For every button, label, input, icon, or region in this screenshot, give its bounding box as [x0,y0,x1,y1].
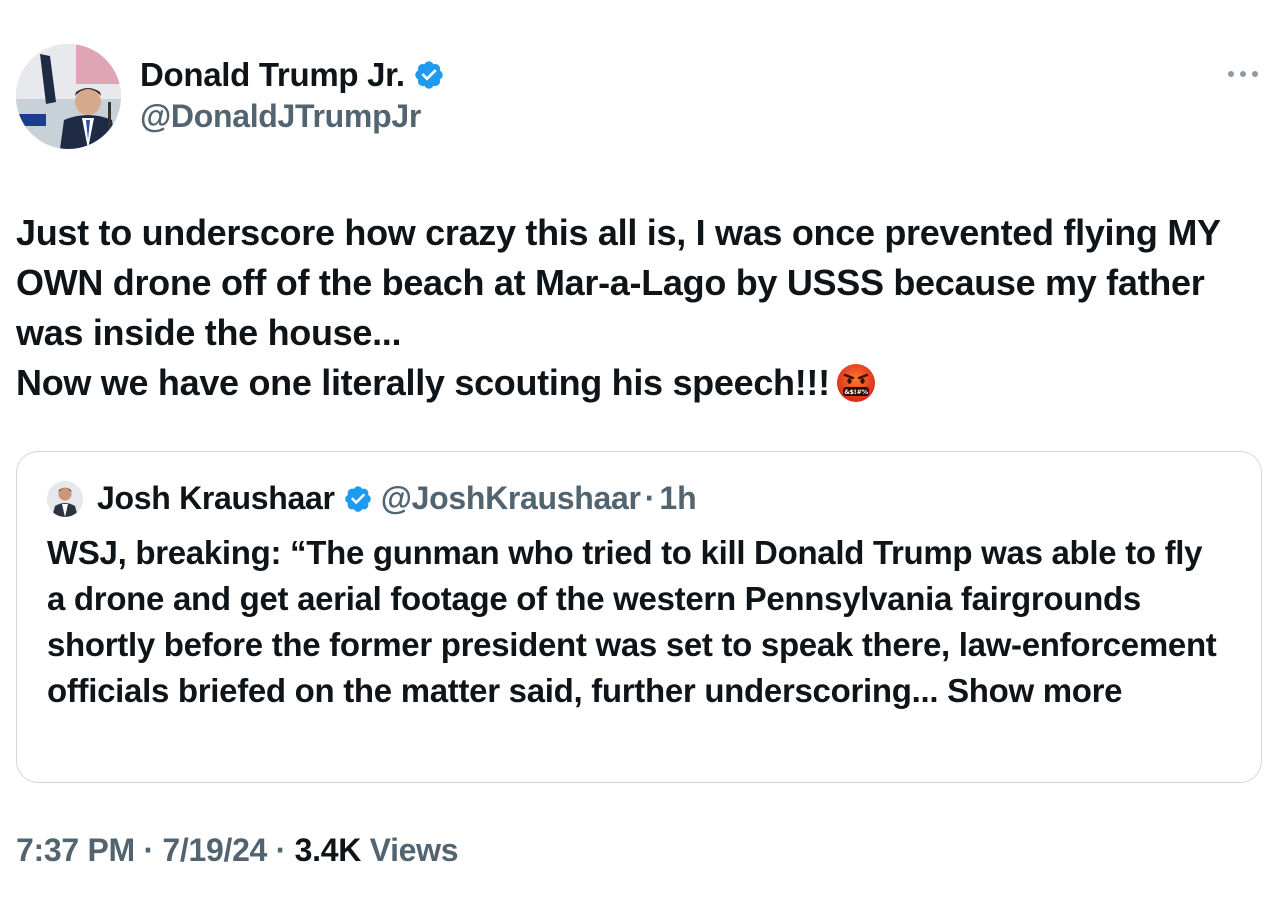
tweet-text-line-2-text: Now we have one literally scouting his s… [16,362,830,403]
quoted-author-avatar[interactable] [47,480,83,517]
verified-badge-icon [415,61,443,89]
tweet-time[interactable]: 7:37 PM [16,832,135,868]
quoted-timestamp[interactable]: 1h [659,480,696,517]
views-label[interactable]: Views [370,832,459,868]
tweet-text-line-1: Just to underscore how crazy this all is… [16,212,1221,353]
meta-separator: · [275,832,287,868]
more-options-icon[interactable] [1228,64,1258,84]
more-dot [1240,71,1246,77]
author-name[interactable]: Donald Trump Jr. [140,56,405,94]
quoted-verified-badge-icon [344,485,371,512]
tweet: Donald Trump Jr. @DonaldJTrumpJr Just to… [0,0,1280,900]
quoted-separator: · [644,480,656,516]
tweet-date[interactable]: 7/19/24 [162,832,267,868]
views-count[interactable]: 3.4K [295,832,362,868]
cursing-face-icon: &$!#% [836,364,875,402]
more-dot [1228,71,1234,77]
tweet-text: Just to underscore how crazy this all is… [16,208,1256,408]
author-avatar[interactable] [16,44,121,149]
quoted-tweet-text: WSJ, breaking: “The gunman who tried to … [47,530,1227,714]
more-dot [1252,71,1258,77]
quoted-author-handle[interactable]: @JoshKraushaar [381,480,641,517]
svg-text:&$!#%: &$!#% [844,388,868,396]
quoted-tweet-header: Josh Kraushaar @JoshKraushaar · 1h [47,480,697,517]
quoted-author-name[interactable]: Josh Kraushaar [97,480,335,517]
tweet-meta: 7:37 PM · 7/19/24 · 3.4K Views [16,832,459,869]
quoted-avatar-image [47,480,83,517]
quoted-tweet-card[interactable]: Josh Kraushaar @JoshKraushaar · 1h WSJ, … [16,451,1262,783]
author-handle[interactable]: @DonaldJTrumpJr [140,98,421,135]
meta-separator: · [143,832,154,868]
author-name-row[interactable]: Donald Trump Jr. [140,56,445,94]
avatar-image [16,44,121,149]
show-more-link[interactable]: Show more [947,672,1122,709]
tweet-text-line-2: Now we have one literally scouting his s… [16,358,1256,408]
